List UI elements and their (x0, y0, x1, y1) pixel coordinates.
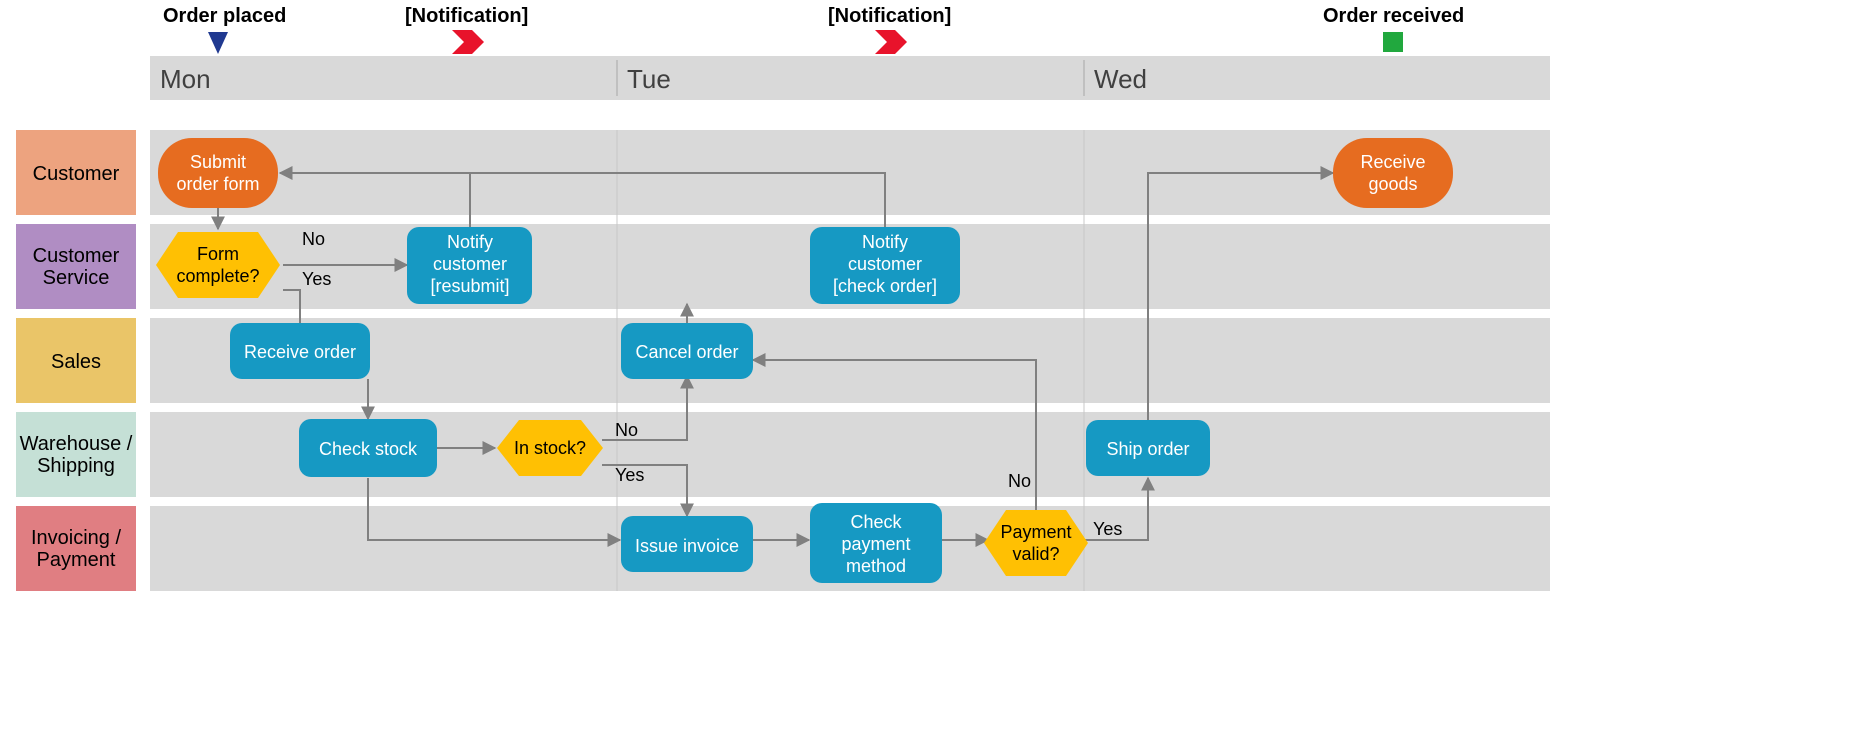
swimlane-diagram: Mon Tue Wed Order placed [Notification] … (0, 0, 1856, 747)
node-payment-valid-l1: Payment (1000, 522, 1071, 542)
milestone-order-received-label: Order received (1323, 5, 1464, 27)
node-notify-check-l1: Notify (862, 232, 908, 252)
node-form-complete (156, 232, 280, 298)
label-instock-no: No (615, 420, 638, 440)
node-check-payment-l1: Check (850, 512, 902, 532)
node-notify-check-l2: customer (848, 254, 922, 274)
lane-warehouse-label1: Warehouse / (20, 433, 133, 455)
node-payment-valid-l2: valid? (1012, 544, 1059, 564)
milestone-notification2-label: [Notification] (828, 5, 951, 27)
node-submit-order-l1: Submit (190, 152, 246, 172)
node-notify-check-l3: [check order] (833, 276, 937, 296)
node-check-payment-l2: payment (841, 534, 910, 554)
milestone-notification1-label: [Notification] (405, 5, 528, 27)
lane-service-label2: Service (43, 267, 110, 289)
label-formq-yes: Yes (302, 269, 331, 289)
label-instock-yes: Yes (615, 465, 644, 485)
node-cancel-order-label: Cancel order (635, 342, 738, 362)
node-notify-resubmit-l3: [resubmit] (430, 276, 509, 296)
node-ship-order-label: Ship order (1106, 439, 1189, 459)
label-valid-no: No (1008, 471, 1031, 491)
day-mon: Mon (160, 64, 211, 94)
notification1-icon (452, 30, 484, 54)
node-receive-goods-l2: goods (1368, 174, 1417, 194)
node-notify-resubmit-l2: customer (433, 254, 507, 274)
node-check-payment-l3: method (846, 556, 906, 576)
node-submit-order (158, 138, 278, 208)
lane-sales-label: Sales (51, 351, 101, 373)
lane-invoicing-label2: Payment (37, 549, 116, 571)
node-receive-goods-l1: Receive (1360, 152, 1425, 172)
node-form-complete-l2: complete? (176, 266, 259, 286)
lane-invoicing-label1: Invoicing / (31, 527, 121, 549)
label-formq-no: No (302, 229, 325, 249)
node-issue-invoice-label: Issue invoice (635, 536, 739, 556)
node-form-complete-l1: Form (197, 244, 239, 264)
node-receive-order-label: Receive order (244, 342, 356, 362)
label-valid-yes: Yes (1093, 519, 1122, 539)
day-wed: Wed (1094, 64, 1147, 94)
day-tue: Tue (627, 64, 671, 94)
node-receive-goods (1333, 138, 1453, 208)
lane-warehouse-label2: Shipping (37, 455, 115, 477)
order-received-icon (1383, 32, 1403, 52)
milestone-order-placed-label: Order placed (163, 5, 286, 27)
node-payment-valid (984, 510, 1088, 576)
node-in-stock-label: In stock? (514, 438, 586, 458)
order-placed-icon (208, 32, 228, 54)
lane-service-label1: Customer (33, 245, 120, 267)
timeline-bar (150, 56, 1550, 100)
node-submit-order-l2: order form (176, 174, 259, 194)
notification2-icon (875, 30, 907, 54)
node-check-stock-label: Check stock (319, 439, 418, 459)
node-notify-resubmit-l1: Notify (447, 232, 493, 252)
lane-customer-label: Customer (33, 163, 120, 185)
